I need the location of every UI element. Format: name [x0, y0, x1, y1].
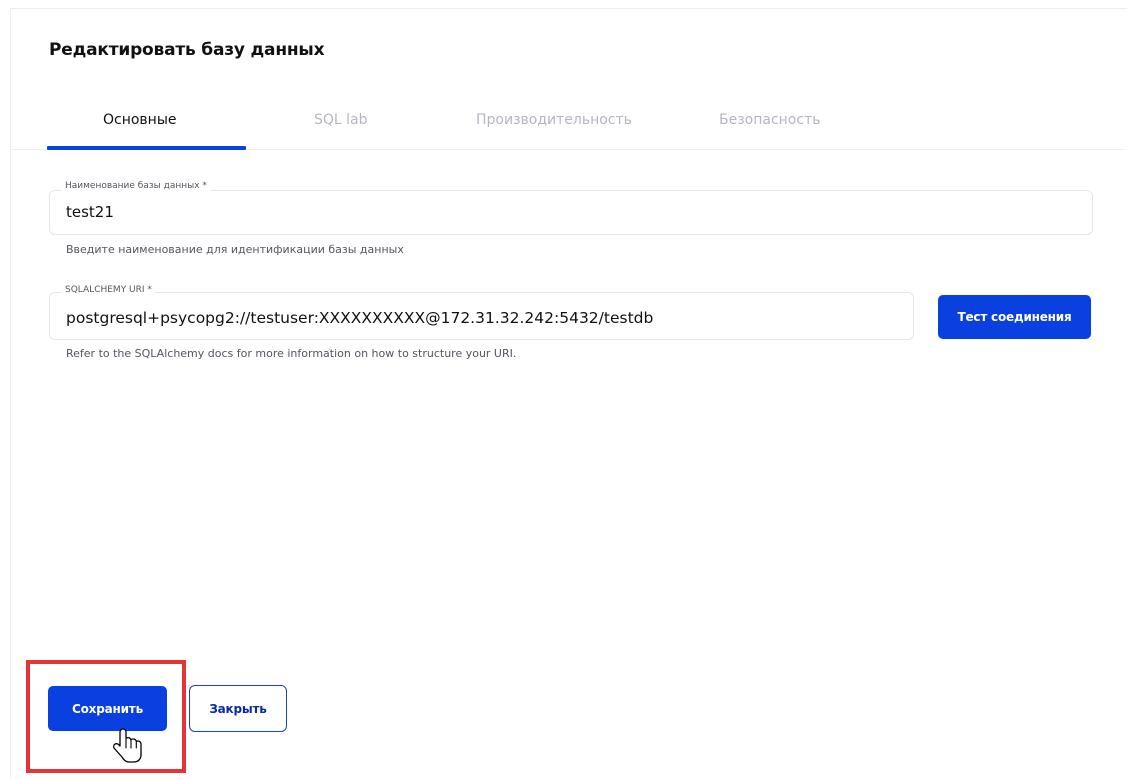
sqlalchemy-uri-label: SQLALCHEMY URI * — [62, 285, 155, 295]
close-button[interactable]: Закрыть — [189, 685, 287, 732]
sqlalchemy-uri-value[interactable]: postgresql+psycopg2://testuser:XXXXXXXXX… — [66, 309, 653, 327]
active-tab-indicator — [47, 146, 246, 150]
tab-security[interactable]: Безопасность — [719, 112, 820, 128]
tab-performance[interactable]: Производительность — [476, 112, 632, 128]
tab-sql-lab[interactable]: SQL lab — [314, 112, 368, 128]
database-name-helper: Введите наименование для идентификации б… — [66, 243, 404, 256]
tab-basic[interactable]: Основные — [103, 112, 177, 128]
database-name-label: Наименование базы данных * — [62, 181, 210, 191]
hand-pointer-icon — [113, 728, 142, 763]
database-name-value[interactable]: test21 — [66, 203, 114, 221]
modal-title: Редактировать базу данных — [49, 40, 325, 60]
annotation-highlight-box — [26, 660, 186, 773]
test-connection-button[interactable]: Тест соединения — [938, 295, 1091, 339]
sqlalchemy-uri-helper: Refer to the SQLAlchemy docs for more in… — [66, 347, 517, 360]
database-name-field[interactable] — [49, 190, 1093, 235]
